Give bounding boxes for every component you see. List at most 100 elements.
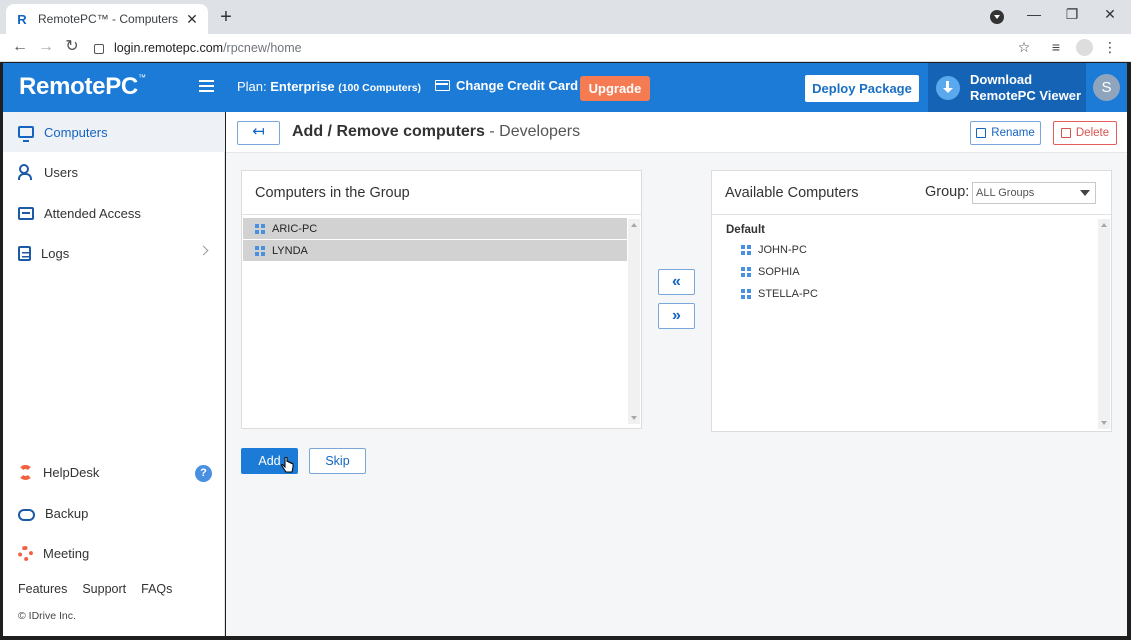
bookmark-star-icon[interactable]: ☆ [1015,39,1033,56]
sidebar-item-attended-access[interactable]: Attended Access [3,193,225,233]
help-icon[interactable]: ? [195,465,212,482]
tab-search-icon[interactable] [990,10,1004,24]
url-field[interactable]: login.remotepc.com/rpcnew/home [94,34,302,62]
computer-name: SOPHIA [758,266,800,278]
footer-links: Features Support FAQs [18,582,187,596]
scroll-down-icon[interactable] [1101,421,1107,425]
sidebar-item-label: HelpDesk [43,464,100,480]
user-avatar[interactable]: S [1093,74,1120,101]
browser-menu-icon[interactable]: ⋮ [1101,39,1119,56]
monitor-icon [18,126,34,142]
reload-icon[interactable]: ↻ [62,38,82,56]
trash-icon [1060,128,1071,138]
right-scrollbar[interactable] [1098,219,1110,429]
browser-tab[interactable]: R RemotePC™ - Computers ✕ [6,4,208,34]
sidebar-item-computers[interactable]: Computers [3,112,225,152]
back-button[interactable]: ↤ [237,121,280,145]
left-scrollbar[interactable] [628,219,640,424]
logo-tm: ™ [137,73,146,82]
media-control-icon[interactable]: ≡ [1047,39,1065,55]
main-content: ↤ Add / Remove computers - Developers Re… [226,112,1127,636]
sidebar-item-users[interactable]: Users [3,152,225,192]
change-credit-card-label: Change Credit Card [456,78,579,93]
cloud-backup-icon [18,509,35,521]
group-computers-title: Computers in the Group [242,171,641,215]
users-icon [18,164,34,180]
attended-access-icon [18,206,34,220]
sidebar-item-logs[interactable]: Logs [3,233,225,273]
url-path: /rpcnew/home [223,41,302,55]
profile-icon[interactable] [1076,39,1093,56]
computer-name: STELLA-PC [758,288,818,300]
download-icon [936,75,960,100]
download-line-1: Download [970,71,1033,87]
section-heading: Default [726,224,765,236]
windows-icon [741,245,751,255]
sidebar-item-label: Meeting [43,545,90,561]
move-left-button[interactable]: « [658,269,695,295]
tab-close-icon[interactable]: ✕ [184,11,200,28]
copyright: © IDrive Inc. [18,610,76,622]
list-item[interactable]: JOHN-PC [741,244,807,256]
computer-name: JOHN-PC [758,244,807,256]
computer-name: ARIC-PC [272,222,318,235]
list-item[interactable]: STELLA-PC [741,288,818,300]
app-header: RemotePC™ Plan: Enterprise (100 Computer… [3,63,1127,112]
window-close-icon[interactable]: ✕ [1100,6,1120,23]
rename-icon [976,128,987,138]
remotepc-favicon-icon: R [17,11,27,27]
page-toolbar: ↤ Add / Remove computers - Developers Re… [226,112,1127,153]
sidebar-item-backup[interactable]: Backup [3,493,225,533]
back-icon[interactable]: ← [10,38,30,56]
sidebar-item-meeting[interactable]: Meeting [3,533,225,573]
sidebar-item-label: Attended Access [44,205,141,221]
plan-count: (100 Computers) [338,82,422,94]
restore-icon[interactable]: ❐ [1062,6,1082,23]
list-item[interactable]: ARIC-PC [243,218,627,239]
download-viewer-button[interactable]: Download RemotePC Viewer [928,63,1086,112]
sidebar-item-label: Logs [41,245,70,261]
move-right-button[interactable]: » [658,303,695,329]
group-computers-panel: Computers in the Group ARIC-PC LYNDA [241,170,642,429]
sidebar: Computers Users Attended Access Logs Hel… [3,112,225,636]
list-item[interactable]: SOPHIA [741,266,800,278]
scroll-down-icon[interactable] [631,416,637,420]
faqs-link[interactable]: FAQs [141,582,172,596]
download-line-2: RemotePC Viewer [970,87,1082,103]
download-label: Download RemotePC Viewer [970,72,1081,104]
sidebar-item-helpdesk[interactable]: HelpDesk [3,452,225,492]
hand-cursor-icon [281,457,294,473]
page-title-text: Add / Remove computers [292,123,485,140]
minimize-icon[interactable]: — [1024,6,1044,22]
credit-card-icon [435,80,450,91]
scroll-up-icon[interactable] [1101,223,1107,227]
new-tab-icon[interactable]: + [216,7,236,27]
group-name: Developers [499,123,581,140]
features-link[interactable]: Features [18,582,67,596]
rename-button[interactable]: Rename [970,121,1041,145]
upgrade-button[interactable]: Upgrade [580,76,650,101]
tab-title: RemotePC™ - Computers [38,12,179,26]
group-select[interactable]: ALL Groups [972,182,1096,204]
remotepc-logo[interactable]: RemotePC™ [19,73,146,101]
support-link[interactable]: Support [82,582,126,596]
title-separator: - [484,123,500,140]
logs-icon [18,245,31,261]
group-label: Group: [925,184,970,200]
address-bar: ← → ↻ login.remotepc.com/rpcnew/home ☆ ≡… [0,34,1131,62]
page-title: Add / Remove computers - Developers [292,123,580,141]
sidebar-item-label: Backup [45,505,89,521]
list-item[interactable]: LYNDA [243,240,627,261]
helpdesk-icon [18,464,33,480]
computer-name: LYNDA [272,244,308,257]
meeting-icon [18,545,33,561]
menu-icon[interactable] [199,80,214,92]
scroll-up-icon[interactable] [631,223,637,227]
skip-button[interactable]: Skip [309,448,366,474]
delete-label: Delete [1075,127,1110,139]
delete-button[interactable]: Delete [1053,121,1117,145]
plan-info: Plan: Enterprise (100 Computers) [237,79,421,94]
change-credit-card-link[interactable]: Change Credit Card [435,78,578,93]
forward-icon[interactable]: → [36,38,56,56]
deploy-package-button[interactable]: Deploy Package [805,75,919,102]
